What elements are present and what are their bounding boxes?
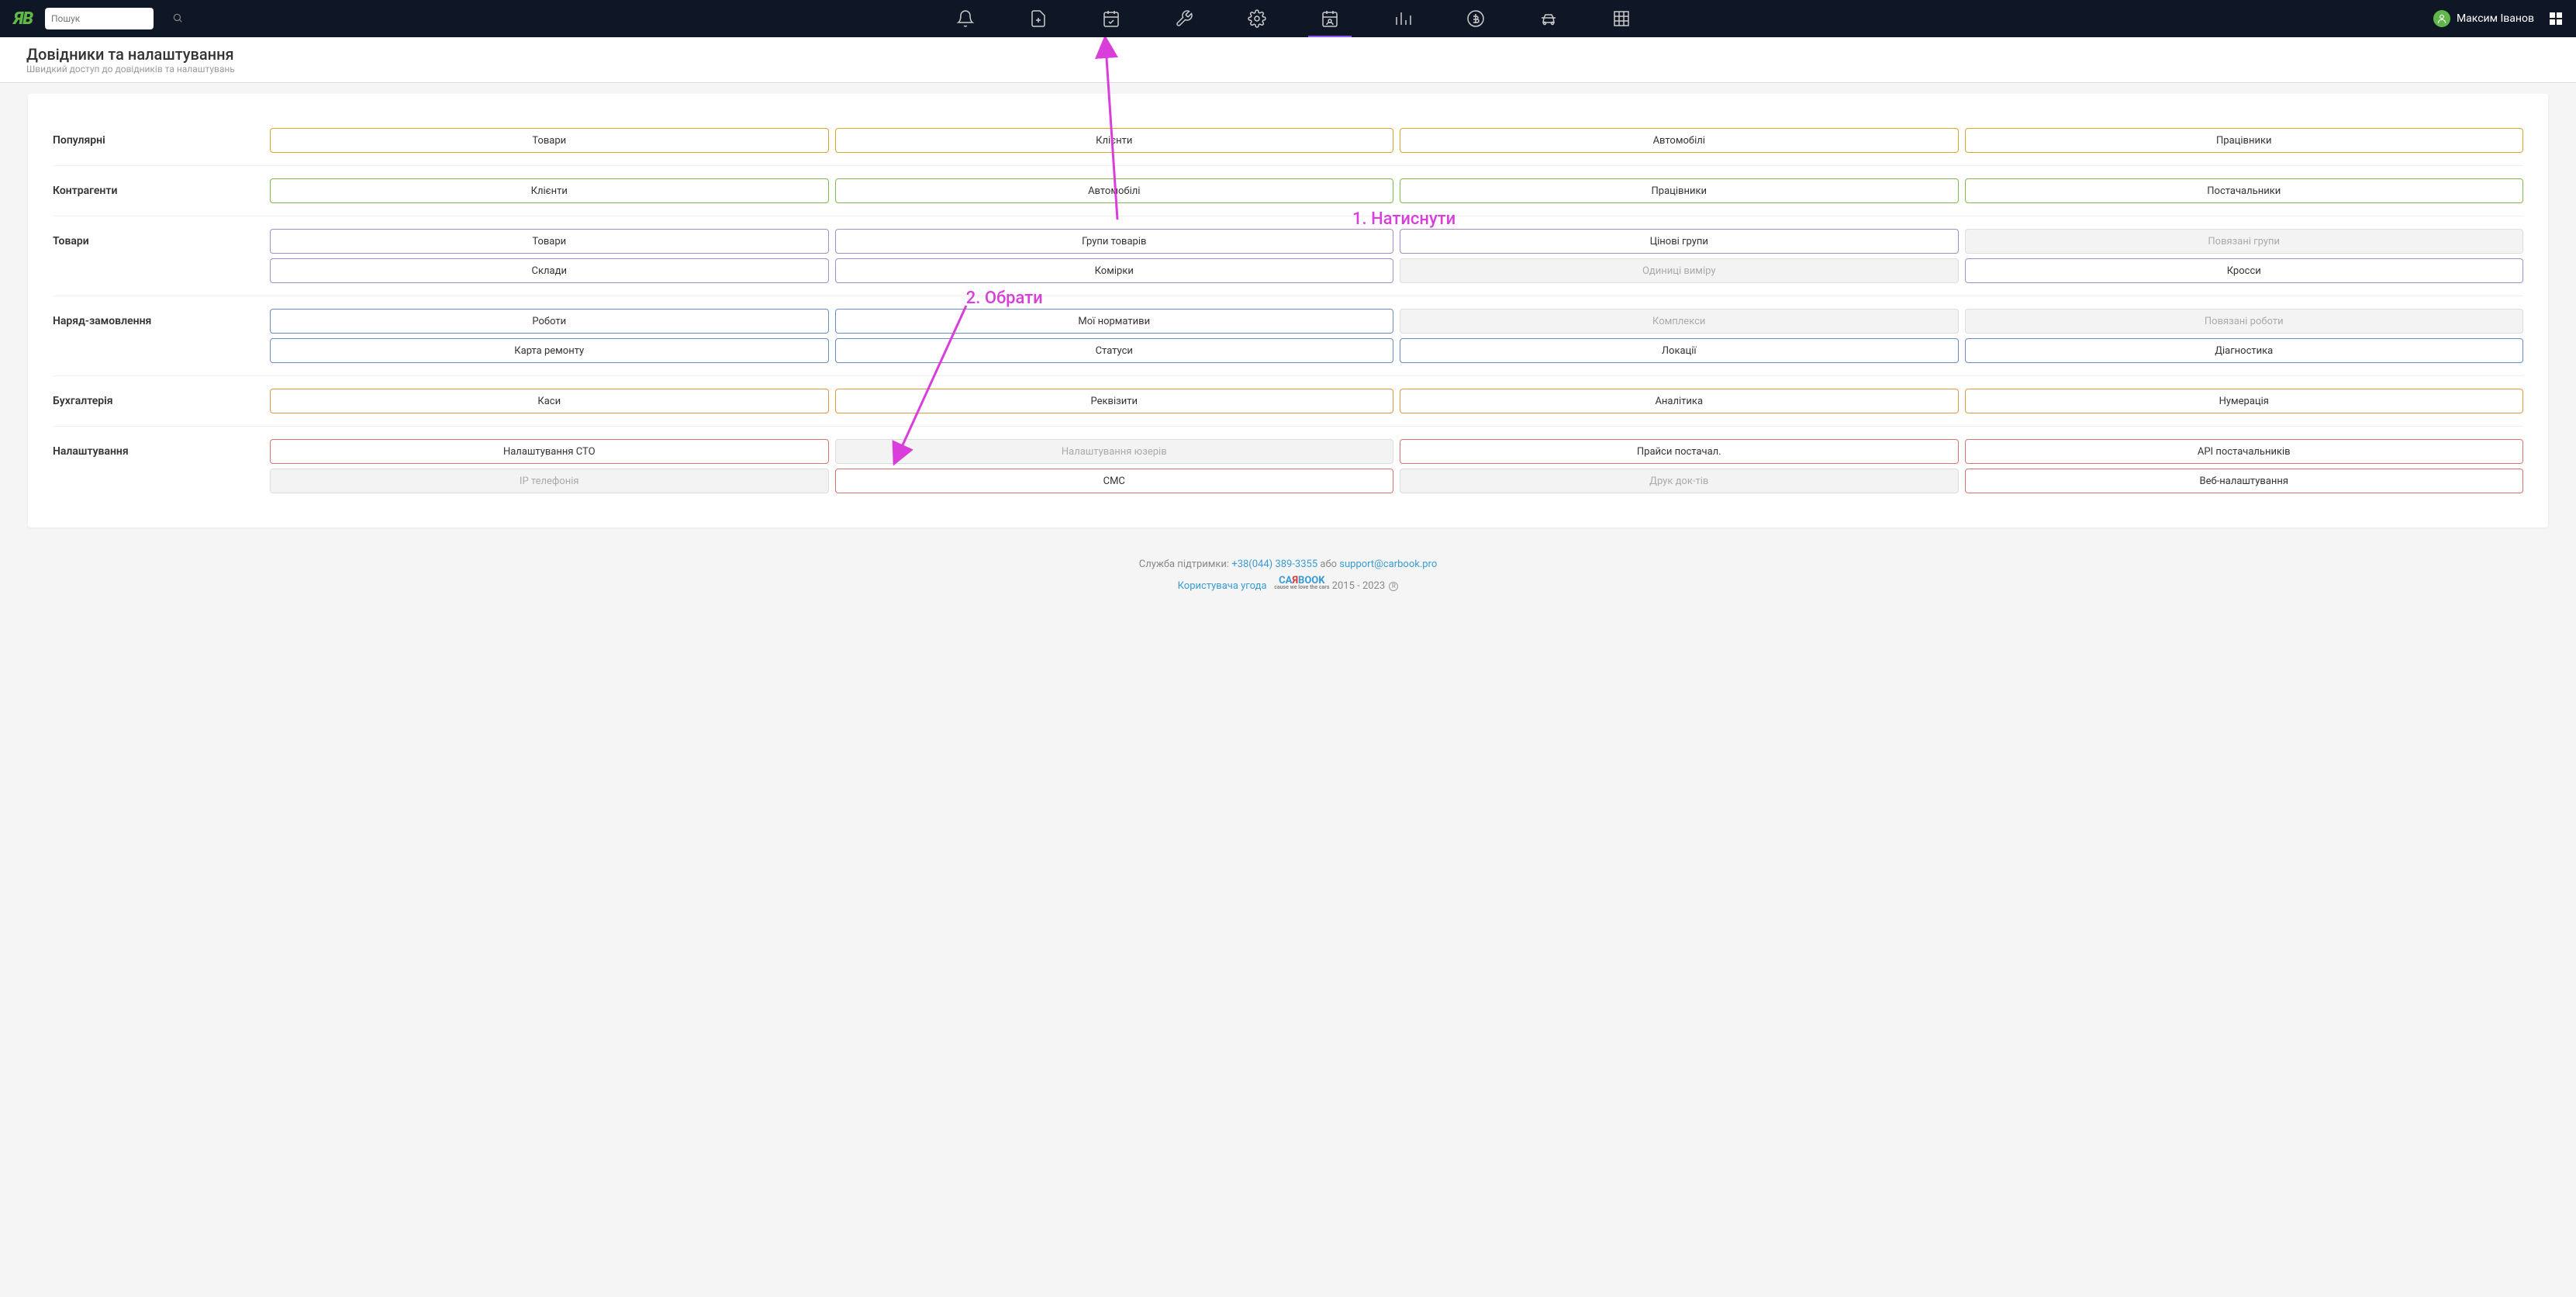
- section-buttons: ТовариКлієнтиАвтомобіліПрацівники: [270, 128, 2523, 153]
- button-row: РоботиМої нормативиКомплексиПовязані роб…: [270, 309, 2523, 334]
- directory-button[interactable]: Працівники: [1965, 128, 2524, 153]
- section: ТовариТовариГрупи товарівЦінові групиПов…: [53, 216, 2523, 296]
- section: НалаштуванняНалаштування СТОНалаштування…: [53, 427, 2523, 506]
- nav-calendar-check-icon[interactable]: [1094, 0, 1128, 37]
- directory-button[interactable]: Цінові групи: [1400, 229, 1959, 254]
- user-section[interactable]: Максим Іванов: [2433, 10, 2562, 27]
- section-label: Товари: [53, 229, 270, 247]
- directory-button[interactable]: Мої нормативи: [835, 309, 1394, 334]
- directory-button[interactable]: Кросси: [1965, 258, 2524, 283]
- section-label: Бухгалтерія: [53, 389, 270, 407]
- footer-email-link[interactable]: support@carbook.pro: [1339, 559, 1437, 570]
- directory-button[interactable]: Автомобілі: [835, 178, 1394, 203]
- directory-button[interactable]: Локації: [1400, 338, 1959, 363]
- directory-button[interactable]: Налаштування СТО: [270, 439, 829, 464]
- copyright-icon: R: [1389, 582, 1398, 591]
- nav-newdoc-icon[interactable]: [1021, 0, 1055, 37]
- directory-button[interactable]: Веб-налаштування: [1965, 469, 2524, 493]
- directory-button[interactable]: Діагностика: [1965, 338, 2524, 363]
- content-panel: ПопулярніТовариКлієнтиАвтомобіліПрацівни…: [28, 94, 2548, 527]
- directory-button[interactable]: Товари: [270, 229, 829, 254]
- directory-button[interactable]: Автомобілі: [1400, 128, 1959, 153]
- annotation-label-1: 1. Натиснути: [1352, 209, 1455, 229]
- page-title: Довідники та налаштування: [26, 45, 2550, 64]
- section-label: Популярні: [53, 128, 270, 147]
- directory-button: Одиниці виміру: [1400, 258, 1959, 283]
- directory-button: Повязані групи: [1965, 229, 2524, 254]
- directory-button[interactable]: Працівники: [1400, 178, 1959, 203]
- page-subtitle: Швидкий доступ до довідників та налаштув…: [26, 64, 2550, 74]
- directory-button[interactable]: Каси: [270, 389, 829, 413]
- footer-years: 2015 - 2023: [1332, 580, 1388, 592]
- header-bar: ЯB Максим Іванов: [0, 0, 2576, 37]
- footer-support-label: Служба підтримки:: [1139, 559, 1232, 570]
- section-label: Наряд-замовлення: [53, 309, 270, 327]
- button-row: IP телефоніяСМСДрук док-тівВеб-налаштува…: [270, 469, 2523, 493]
- section-buttons: КлієнтиАвтомобіліПрацівникиПостачальники: [270, 178, 2523, 203]
- section-buttons: ТовариГрупи товарівЦінові групиПовязані …: [270, 229, 2523, 283]
- directory-button[interactable]: СМС: [835, 469, 1394, 493]
- annotation-label-2: 2. Обрати: [966, 289, 1043, 308]
- directory-button[interactable]: Групи товарів: [835, 229, 1394, 254]
- directory-button[interactable]: Склади: [270, 258, 829, 283]
- nav-bell-icon[interactable]: [948, 0, 982, 37]
- title-bar: Довідники та налаштування Швидкий доступ…: [0, 37, 2576, 83]
- button-row: КасиРеквізитиАналітикаНумерація: [270, 389, 2523, 413]
- directory-button: IP телефонія: [270, 469, 829, 493]
- directory-button[interactable]: Роботи: [270, 309, 829, 334]
- directory-button[interactable]: API постачальників: [1965, 439, 2524, 464]
- nav-chart-icon[interactable]: [1386, 0, 1420, 37]
- nav-grid-icon[interactable]: [1604, 0, 1638, 37]
- directory-button[interactable]: Нумерація: [1965, 389, 2524, 413]
- directory-button: Друк док-тів: [1400, 469, 1959, 493]
- footer-brand: CAЯBOOK cause we love the cars: [1274, 575, 1329, 590]
- directory-button[interactable]: Товари: [270, 128, 829, 153]
- footer: Служба підтримки: +38(044) 389-3355 або …: [0, 527, 2576, 607]
- nav-icons: [154, 0, 2433, 37]
- nav-directory-icon[interactable]: [1313, 0, 1347, 37]
- section: БухгалтеріяКасиРеквізитиАналітикаНумерац…: [53, 376, 2523, 427]
- footer-agreement-link[interactable]: Користувача угода: [1178, 580, 1267, 592]
- button-row: СкладиКоміркиОдиниці виміруКросси: [270, 258, 2523, 283]
- avatar: [2433, 10, 2450, 27]
- directory-button[interactable]: Клієнти: [835, 128, 1394, 153]
- nav-car-icon[interactable]: [1531, 0, 1566, 37]
- footer-or: або: [1317, 559, 1339, 570]
- directory-button[interactable]: Прайси постачал.: [1400, 439, 1959, 464]
- directory-button[interactable]: Комірки: [835, 258, 1394, 283]
- user-name: Максим Іванов: [2457, 12, 2534, 25]
- directory-button: Комплекси: [1400, 309, 1959, 334]
- section-buttons: КасиРеквізитиАналітикаНумерація: [270, 389, 2523, 413]
- directory-button[interactable]: Статуси: [835, 338, 1394, 363]
- button-row: КлієнтиАвтомобіліПрацівникиПостачальники: [270, 178, 2523, 203]
- button-row: Налаштування СТОНалаштування юзерівПрайс…: [270, 439, 2523, 464]
- section-label: Налаштування: [53, 439, 270, 458]
- nav-settings-icon[interactable]: [1240, 0, 1274, 37]
- directory-button[interactable]: Постачальники: [1965, 178, 2524, 203]
- section: ПопулярніТовариКлієнтиАвтомобіліПрацівни…: [53, 116, 2523, 166]
- button-row: Карта ремонтуСтатусиЛокаціїДіагностика: [270, 338, 2523, 363]
- directory-button: Налаштування юзерів: [835, 439, 1394, 464]
- directory-button[interactable]: Карта ремонту: [270, 338, 829, 363]
- section-label: Контрагенти: [53, 178, 270, 197]
- button-row: ТовариКлієнтиАвтомобіліПрацівники: [270, 128, 2523, 153]
- section: Наряд-замовленняРоботиМої нормативиКомпл…: [53, 296, 2523, 376]
- nav-money-icon[interactable]: [1459, 0, 1493, 37]
- apps-icon[interactable]: [2550, 12, 2562, 25]
- section-buttons: Налаштування СТОНалаштування юзерівПрайс…: [270, 439, 2523, 493]
- directory-button[interactable]: Аналітика: [1400, 389, 1959, 413]
- footer-phone-link[interactable]: +38(044) 389-3355: [1231, 559, 1317, 570]
- section: КонтрагентиКлієнтиАвтомобіліПрацівникиПо…: [53, 166, 2523, 216]
- button-row: ТовариГрупи товарівЦінові групиПовязані …: [270, 229, 2523, 254]
- directory-button: Повязані роботи: [1965, 309, 2524, 334]
- app-logo: ЯB: [14, 9, 33, 29]
- nav-wrench-icon[interactable]: [1167, 0, 1201, 37]
- search-box[interactable]: [45, 8, 154, 29]
- section-buttons: РоботиМої нормативиКомплексиПовязані роб…: [270, 309, 2523, 363]
- directory-button[interactable]: Клієнти: [270, 178, 829, 203]
- directory-button[interactable]: Реквізити: [835, 389, 1394, 413]
